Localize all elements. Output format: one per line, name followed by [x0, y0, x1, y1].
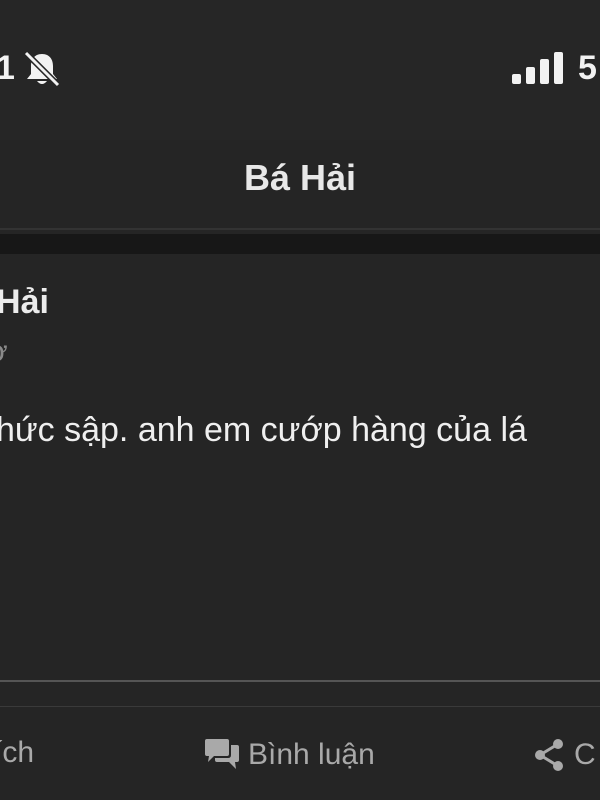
like-label: ích	[0, 736, 35, 769]
share-icon	[535, 739, 563, 771]
post-timestamp: ờ	[0, 332, 8, 372]
share-label: C	[574, 738, 596, 771]
comment-icon	[205, 739, 239, 769]
action-bar-divider	[0, 706, 600, 707]
status-time: 1	[0, 49, 15, 87]
section-separator	[0, 234, 600, 254]
bell-off-icon	[23, 50, 61, 88]
app-screen: 1 5 Bá Hải Hải ờ hức sập. anh em cướp hà…	[0, 0, 600, 800]
comment-button[interactable]: Bình luận	[204, 730, 375, 780]
comment-label: Bình luận	[248, 738, 375, 771]
signal-icon	[512, 52, 563, 84]
like-button[interactable]: ích	[0, 730, 34, 780]
post-author[interactable]: Hải	[0, 280, 49, 324]
status-bar: 1 5	[0, 0, 600, 140]
page-title: Bá Hải	[243, 157, 357, 198]
post-body-text: hức sập. anh em cướp hàng của lá	[0, 411, 527, 449]
status-battery: 5	[578, 49, 597, 87]
share-button[interactable]: C	[532, 730, 596, 780]
post-divider	[0, 680, 600, 682]
header-divider	[0, 228, 600, 230]
